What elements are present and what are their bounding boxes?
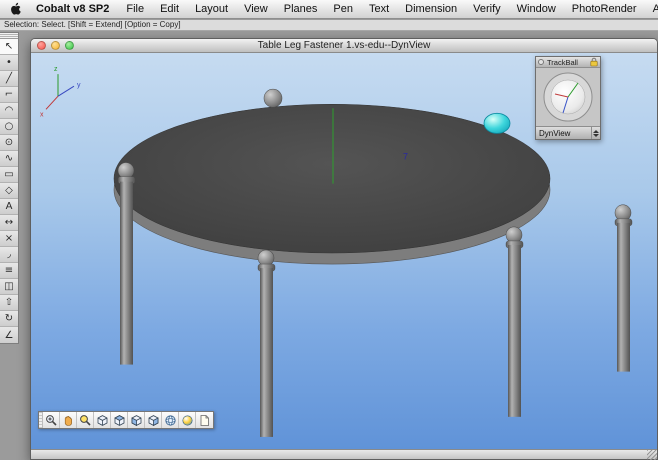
measure-tool[interactable]: ∠: [0, 327, 18, 343]
trackball-title: TrackBall: [547, 57, 578, 67]
menu-layout[interactable]: Layout: [187, 3, 236, 15]
menu-view[interactable]: View: [236, 3, 276, 15]
selected-fastener[interactable]: [483, 112, 511, 134]
globe-icon: [164, 414, 176, 426]
fastener-ball[interactable]: [263, 88, 283, 108]
point-tool[interactable]: •: [0, 55, 18, 71]
window-bottom-bar: [31, 449, 657, 460]
rectangle-tool[interactable]: ▭: [0, 167, 18, 183]
offset-tool[interactable]: ≡: [0, 263, 18, 279]
center-circle-tool[interactable]: ⊙: [0, 135, 18, 151]
cube-right-face-icon: [148, 414, 158, 426]
revolve-tool[interactable]: ↻: [0, 311, 18, 327]
dropdown-arrows-icon[interactable]: [591, 127, 600, 139]
menu-edit[interactable]: Edit: [152, 3, 187, 15]
tool-palette: ↖ • ╱ ⌐ ◠ ○ ⊙ ∿ ▭ ◇ A ↔ × ◞ ≡ ◫ ⇧ ↻ ∠: [0, 32, 19, 344]
resize-grip[interactable]: [647, 450, 657, 460]
apple-menu[interactable]: [10, 2, 21, 16]
menu-animation[interactable]: Animation: [645, 3, 658, 15]
menu-photorender[interactable]: PhotoRender: [564, 3, 645, 15]
wireframe-sphere-tool[interactable]: [162, 412, 179, 428]
circle-tool[interactable]: ○: [0, 119, 18, 135]
menu-bar: Cobalt v8 SP2 File Edit Layout View Plan…: [0, 0, 658, 19]
menu-verify[interactable]: Verify: [465, 3, 509, 15]
sheet-tool[interactable]: [196, 412, 213, 428]
menu-dimension[interactable]: Dimension: [397, 3, 465, 15]
trackball-palette: TrackBall DynView: [535, 56, 601, 140]
app-menu[interactable]: Cobalt v8 SP2: [27, 3, 118, 15]
menu-pen[interactable]: Pen: [325, 3, 361, 15]
arc-tool[interactable]: ◠: [0, 103, 18, 119]
menu-text[interactable]: Text: [361, 3, 397, 15]
fillet-tool[interactable]: ◞: [0, 247, 18, 263]
lock-icon[interactable]: [590, 57, 598, 67]
select-tool[interactable]: ↖: [0, 39, 18, 55]
axis-x-label: x: [40, 111, 44, 118]
trim-tool[interactable]: ×: [0, 231, 18, 247]
cube-top-face-icon: [113, 414, 125, 426]
axis-y-label: y: [77, 82, 81, 89]
mirror-tool[interactable]: ◫: [0, 279, 18, 295]
extrude-tool[interactable]: ⇧: [0, 295, 18, 311]
palette-close-icon[interactable]: [538, 59, 544, 65]
polygon-tool[interactable]: ◇: [0, 183, 18, 199]
menu-planes[interactable]: Planes: [276, 3, 326, 15]
status-text: Selection: Select. [Shift = Extend] [Opt…: [4, 20, 181, 29]
trackball-title-bar[interactable]: TrackBall: [536, 57, 600, 68]
window-title-bar[interactable]: Table Leg Fastener 1.vs-edu--DynView: [31, 39, 657, 53]
orientation-triad: z y x: [40, 66, 81, 118]
view-mode-dropdown[interactable]: DynView: [536, 126, 600, 139]
cube-front-face-icon: [131, 414, 141, 426]
cube-wireframe-icon: [97, 414, 107, 426]
hand-icon: [64, 415, 72, 426]
shaded-render-tool[interactable]: [179, 412, 196, 428]
status-bar: Selection: Select. [Shift = Extend] [Opt…: [0, 20, 658, 31]
table-leg-left[interactable]: [117, 162, 136, 365]
view-front-tool[interactable]: [128, 412, 145, 428]
magnifier-selection-icon: [79, 414, 91, 426]
table-leg-far-right[interactable]: [614, 204, 633, 372]
line-tool[interactable]: ╱: [0, 71, 18, 87]
magnifier-plus-icon: [45, 414, 57, 426]
trackball-widget[interactable]: [538, 70, 598, 124]
table-leg-right[interactable]: [505, 226, 524, 417]
view-right-tool[interactable]: [145, 412, 162, 428]
view-top-tool[interactable]: [111, 412, 128, 428]
zoom-in-tool[interactable]: [43, 412, 60, 428]
view-mode-value: DynView: [539, 128, 571, 138]
table-leg-front[interactable]: [257, 249, 276, 437]
marker-7: 7: [403, 152, 408, 162]
spline-tool[interactable]: ∿: [0, 151, 18, 167]
axis-z-label: z: [54, 66, 58, 73]
screen: Cobalt v8 SP2 File Edit Layout View Plan…: [0, 0, 658, 460]
viewport-3d[interactable]: 7 z y x TrackBall DynView: [31, 53, 657, 449]
menu-file[interactable]: File: [118, 3, 152, 15]
document-window: Table Leg Fastener 1.vs-edu--DynView 7 z…: [30, 38, 658, 460]
text-tool[interactable]: A: [0, 199, 18, 215]
menu-window[interactable]: Window: [509, 3, 564, 15]
shaded-sphere-icon: [182, 415, 192, 425]
zoom-selection-tool[interactable]: [77, 412, 94, 428]
polyline-tool[interactable]: ⌐: [0, 87, 18, 103]
zoom-toolbar: [38, 411, 214, 429]
window-title: Table Leg Fastener 1.vs-edu--DynView: [257, 40, 431, 51]
sheet-icon: [200, 414, 209, 426]
dimension-tool[interactable]: ↔: [0, 215, 18, 231]
pan-tool[interactable]: [60, 412, 77, 428]
view-trimetric-tool[interactable]: [94, 412, 111, 428]
apple-logo-icon: [11, 2, 21, 15]
